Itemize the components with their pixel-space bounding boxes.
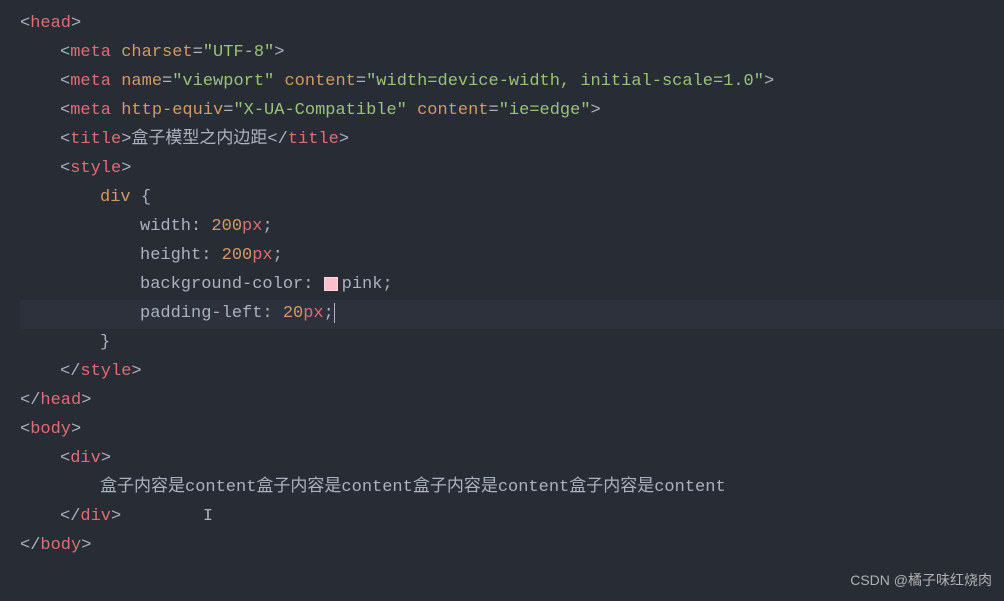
attr-content: content <box>284 72 355 91</box>
div-text-content: 盒子内容是content盒子内容是content盒子内容是content盒子内容… <box>100 478 726 497</box>
code-line: </body> <box>20 532 1004 561</box>
css-val-padding-left: 20 <box>283 304 303 323</box>
css-unit: px <box>242 217 262 236</box>
tag-title-close: title <box>288 130 339 149</box>
code-line: <meta http-equiv="X-UA-Compatible" conte… <box>20 97 1004 126</box>
text-caret-icon: I <box>203 507 213 526</box>
css-unit: px <box>252 246 272 265</box>
tag-div: div <box>70 449 101 468</box>
attr-charset: charset <box>121 43 192 62</box>
tag-head-close: head <box>40 391 81 410</box>
css-prop-height: height <box>140 246 201 265</box>
code-line: <title>盒子模型之内边距</title> <box>20 126 1004 155</box>
tag-meta: meta <box>70 72 111 91</box>
css-unit: px <box>303 304 323 323</box>
tag-title: title <box>70 130 121 149</box>
val-viewport-content: "width=device-width, initial-scale=1.0" <box>366 72 764 91</box>
tag-meta: meta <box>70 43 111 62</box>
code-line: div { <box>20 184 1004 213</box>
code-line: <div> <box>20 445 1004 474</box>
code-line: width: 200px; <box>20 213 1004 242</box>
attr-name: name <box>121 72 162 91</box>
title-text: 盒子模型之内边距 <box>131 130 267 149</box>
tag-div-close: div <box>80 507 111 526</box>
val-ieedge: "ie=edge" <box>499 101 591 120</box>
css-selector: div <box>100 188 131 207</box>
attr-content: content <box>417 101 488 120</box>
val-utf8: "UTF-8" <box>203 43 274 62</box>
tag-style-close: style <box>80 362 131 381</box>
code-line: background-color: pink; <box>20 271 1004 300</box>
css-val-width: 200 <box>211 217 242 236</box>
tag-body-close: body <box>40 536 81 555</box>
code-line: </div> I <box>20 503 1004 532</box>
code-line: <style> <box>20 155 1004 184</box>
css-prop-bgcolor: background-color <box>140 275 303 294</box>
code-line: <body> <box>20 416 1004 445</box>
code-line: </style> <box>20 358 1004 387</box>
code-editor[interactable]: <head> <meta charset="UTF-8"> <meta name… <box>0 10 1004 561</box>
css-prop-width: width <box>140 217 191 236</box>
watermark-text: CSDN @橘子味红烧肉 <box>850 569 992 593</box>
css-val-bgcolor: pink <box>342 275 383 294</box>
css-val-height: 200 <box>222 246 253 265</box>
color-swatch-icon <box>324 277 338 291</box>
tag-head: head <box>30 14 71 33</box>
code-line: } <box>20 329 1004 358</box>
code-line: 盒子内容是content盒子内容是content盒子内容是content盒子内容… <box>20 474 1004 503</box>
code-line: <head> <box>20 10 1004 39</box>
code-line: <meta name="viewport" content="width=dev… <box>20 68 1004 97</box>
tag-body: body <box>30 420 71 439</box>
editor-cursor-icon <box>334 303 335 323</box>
code-line: height: 200px; <box>20 242 1004 271</box>
css-prop-padding-left: padding-left <box>140 304 262 323</box>
tag-meta: meta <box>70 101 111 120</box>
val-xua: "X-UA-Compatible" <box>233 101 406 120</box>
val-viewport: "viewport" <box>172 72 274 91</box>
code-line: <meta charset="UTF-8"> <box>20 39 1004 68</box>
attr-http-equiv: http-equiv <box>121 101 223 120</box>
tag-style: style <box>70 159 121 178</box>
code-line: </head> <box>20 387 1004 416</box>
code-line-active: padding-left: 20px; <box>20 300 1004 329</box>
